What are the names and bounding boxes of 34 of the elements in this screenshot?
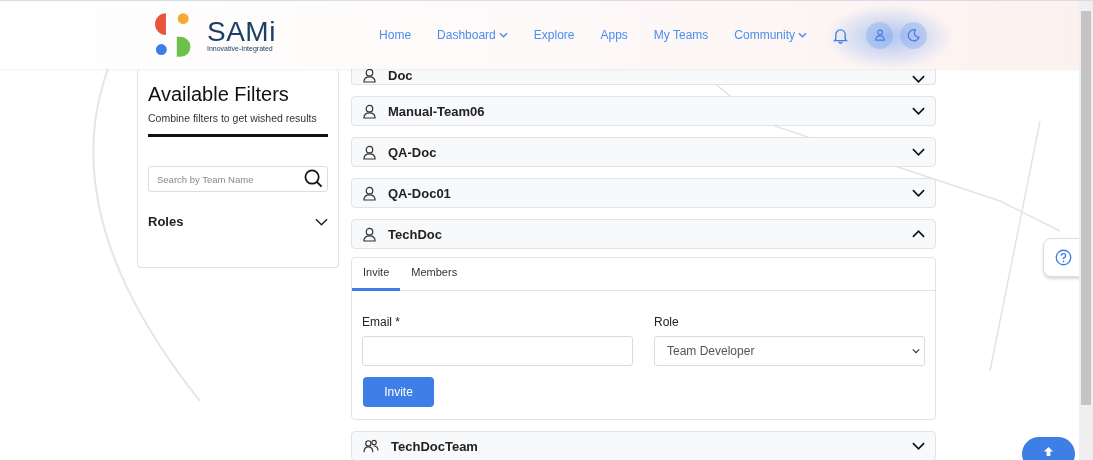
logo-text: SAMi <box>207 18 276 46</box>
user-icon <box>363 226 376 242</box>
search-field[interactable]: Search by Team Name <box>148 166 328 192</box>
role-select[interactable]: Team Developer <box>654 336 925 366</box>
user-icon <box>363 185 376 201</box>
user-icon <box>363 144 376 160</box>
team-accordion-header[interactable]: Manual-Team06 <box>351 96 936 126</box>
profile-button[interactable] <box>866 21 893 49</box>
bell-icon[interactable] <box>833 26 848 44</box>
team-accordion-header[interactable]: Doc <box>351 69 936 85</box>
tab[interactable]: Members <box>400 258 469 291</box>
chevron-icon <box>912 348 920 354</box>
help-icon <box>1054 249 1072 266</box>
scrollbar[interactable] <box>1079 1 1093 460</box>
invite-button[interactable]: Invite <box>363 377 434 407</box>
team-accordion-header[interactable]: TechDoc <box>351 219 936 249</box>
email-field[interactable] <box>362 336 633 366</box>
filters-title: Available Filters <box>148 83 290 106</box>
team-accordion-header[interactable]: QA-Doc01 <box>351 178 936 208</box>
users-icon <box>363 439 379 453</box>
user-icon <box>873 29 886 41</box>
user-icon <box>363 103 376 119</box>
moon-icon <box>907 28 920 42</box>
roles-dropdown[interactable]: Roles <box>148 214 328 229</box>
tab[interactable]: Invite <box>352 258 401 291</box>
team-accordion-header[interactable]: QA-Doc <box>351 137 936 167</box>
email-label: Email * <box>362 315 401 329</box>
role-label: Role <box>654 315 680 329</box>
dark-mode-button[interactable] <box>900 21 927 49</box>
user-icon <box>363 68 376 83</box>
search-icon[interactable] <box>304 169 323 188</box>
filters-subtitle: Combine filters to get wished results <box>148 112 318 124</box>
arrow-up-icon <box>1043 446 1054 457</box>
team-accordion-header[interactable]: TechDocTeam <box>351 431 936 460</box>
